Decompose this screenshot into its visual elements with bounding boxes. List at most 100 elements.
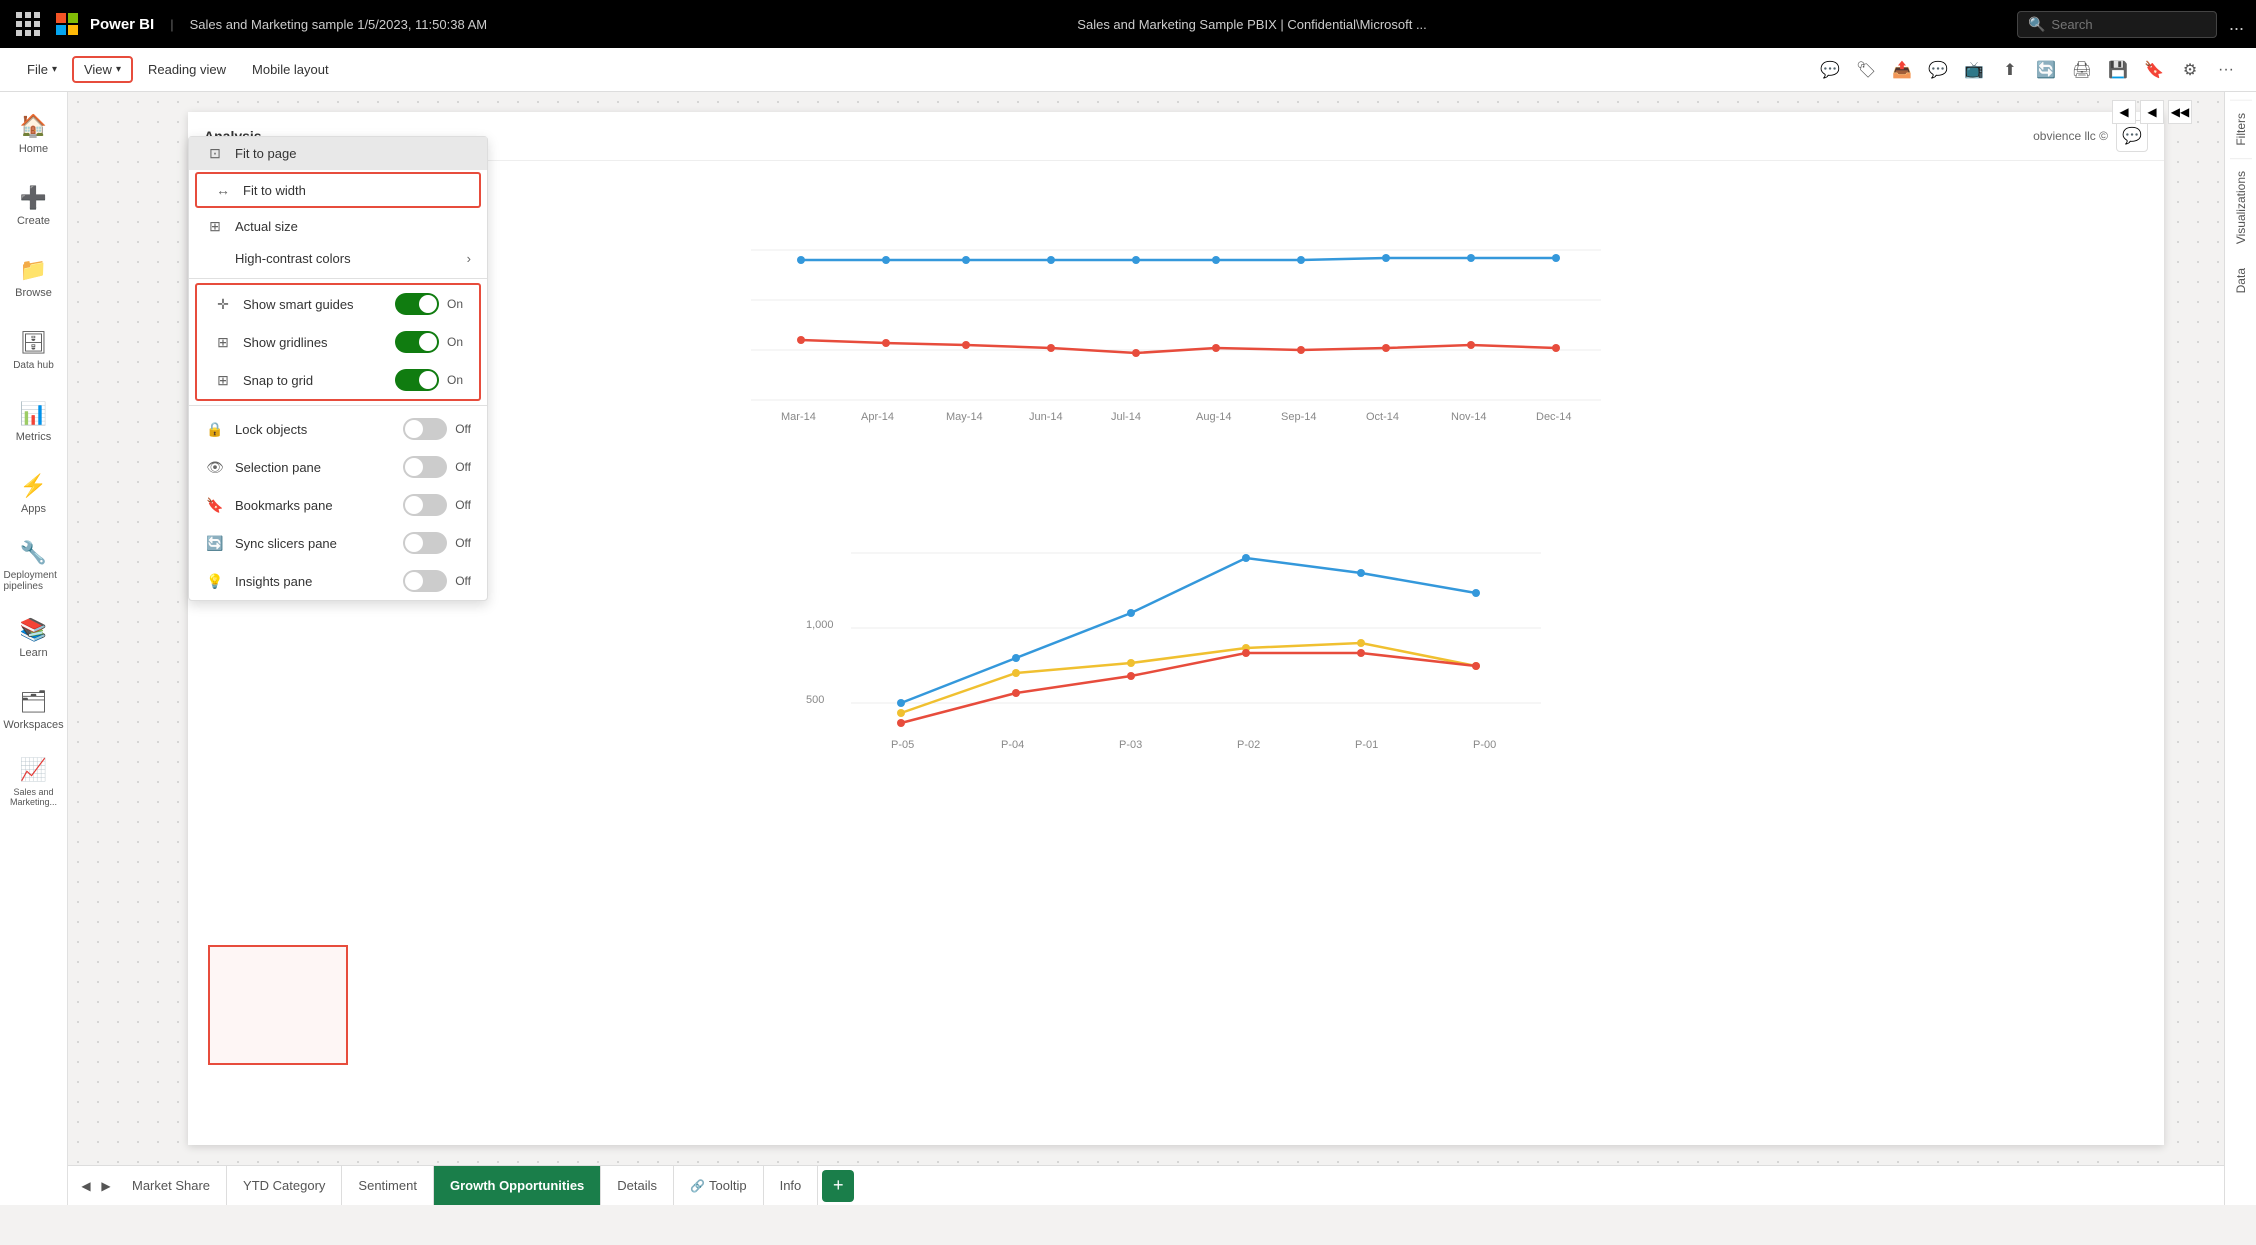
menu-divider-2 xyxy=(189,405,487,406)
file-menu-button[interactable]: File ▾ xyxy=(16,57,68,82)
gridlines-icon: ⊞ xyxy=(213,334,233,351)
menu-item-fit-to-width[interactable]: ↔ Fit to width xyxy=(197,174,479,206)
view-dropdown-menu: ⊡ Fit to page ↔ Fit to width ⊞ Actual si… xyxy=(188,136,488,601)
sidebar-item-label: Browse xyxy=(15,287,52,299)
mobile-layout-button[interactable]: Mobile layout xyxy=(241,57,340,82)
menu-item-gridlines[interactable]: ⊞ Show gridlines On xyxy=(197,323,479,361)
sidebar-item-apps[interactable]: ⚡ Apps xyxy=(4,460,64,528)
present-icon[interactable]: 📺 xyxy=(1960,56,1988,84)
document-title: Sales and Marketing sample 1/5/2023, 11:… xyxy=(190,17,488,32)
sidebar-item-sales[interactable]: 📈 Sales and Marketing... xyxy=(4,748,64,816)
tab-tooltip[interactable]: 🔗 Tooltip xyxy=(674,1166,764,1206)
selection-pane-toggle[interactable] xyxy=(403,456,447,478)
sidebar-item-learn[interactable]: 📚 Learn xyxy=(4,604,64,672)
save-icon[interactable]: 💾 xyxy=(2104,56,2132,84)
deployment-icon: 🔧 xyxy=(20,540,47,566)
gridlines-toggle[interactable] xyxy=(395,331,439,353)
smart-guides-toggle[interactable] xyxy=(395,293,439,315)
apps-grid-icon[interactable] xyxy=(12,8,44,40)
product-name: Power BI xyxy=(90,16,154,33)
comment-icon[interactable]: 💬 xyxy=(1816,56,1844,84)
snap-to-grid-icon: ⊞ xyxy=(213,372,233,389)
sidebar-item-create[interactable]: ➕ Create xyxy=(4,172,64,240)
refresh-icon[interactable]: 🔄 xyxy=(2032,56,2060,84)
svg-text:P-05: P-05 xyxy=(891,739,914,751)
sidebar-item-metrics[interactable]: 📊 Metrics xyxy=(4,388,64,456)
insights-pane-toggle[interactable] xyxy=(403,570,447,592)
menu-item-insights-pane[interactable]: 💡 Insights pane Off xyxy=(189,562,487,600)
right-panel-tabs: Filters Visualizations Data xyxy=(2224,92,2256,1205)
share-icon[interactable]: 📤 xyxy=(1888,56,1916,84)
apps-icon: ⚡ xyxy=(20,473,47,499)
search-input[interactable] xyxy=(2051,17,2191,32)
collapse-all-icon[interactable]: ◀◀ xyxy=(2168,100,2192,124)
menu-item-fit-to-page[interactable]: ⊡ Fit to page xyxy=(189,137,487,170)
print-icon[interactable]: 🖨 xyxy=(2068,56,2096,84)
bookmark-icon[interactable]: 🔖 xyxy=(2140,56,2168,84)
chart-total-units: Total Units by Rolling Period and Region… xyxy=(204,473,2148,1134)
menu-item-actual-size[interactable]: ⊞ Actual size xyxy=(189,210,487,243)
ribbon-icons: 💬 🏷 📤 💬 📺 ⬆ 🔄 🖨 💾 🔖 ⚙ ··· xyxy=(1816,56,2240,84)
sidebar-item-label: Create xyxy=(17,215,50,227)
tab-growth-opportunities[interactable]: Growth Opportunities xyxy=(434,1166,601,1206)
settings-icon[interactable]: ⚙ xyxy=(2176,56,2204,84)
sidebar-item-label: Home xyxy=(19,143,48,155)
topbar: Power BI | Sales and Marketing sample 1/… xyxy=(0,0,2256,48)
tab-details[interactable]: Details xyxy=(601,1166,674,1206)
collapse-right-icon[interactable]: ◀ xyxy=(2140,100,2164,124)
tab-ytd-category[interactable]: YTD Category xyxy=(227,1166,342,1206)
chart-ms-by-month: Ms by Month Mar-14 Apr-14 May-14 Jun-14 … xyxy=(204,177,2148,457)
more-options-button[interactable]: ... xyxy=(2229,14,2244,35)
sidebar-item-label: Deployment pipelines xyxy=(4,570,64,592)
filters-panel-tab[interactable]: Filters xyxy=(2230,100,2252,158)
sensitivity-icon[interactable]: 🏷 xyxy=(1852,56,1880,84)
menu-item-smart-guides[interactable]: ✛ Show smart guides On xyxy=(197,285,479,323)
sidebar-item-home[interactable]: 🏠 Home xyxy=(4,100,64,168)
menu-item-snap-to-grid[interactable]: ⊞ Snap to grid On xyxy=(197,361,479,399)
sidebar-item-deployment[interactable]: 🔧 Deployment pipelines xyxy=(4,532,64,600)
tab-nav-right[interactable]: ▶ xyxy=(96,1171,116,1201)
left-sidebar: 🏠 Home ➕ Create 📁 Browse 🗄 Data hub 📊 Me… xyxy=(0,92,68,1205)
svg-text:Aug-14: Aug-14 xyxy=(1196,411,1231,423)
tab-nav-left[interactable]: ◀ xyxy=(76,1171,96,1201)
home-icon: 🏠 xyxy=(20,113,47,139)
reading-view-button[interactable]: Reading view xyxy=(137,57,237,82)
data-panel-tab[interactable]: Data xyxy=(2230,256,2252,305)
sidebar-item-label: Sales and Marketing... xyxy=(4,787,64,807)
tab-market-share[interactable]: Market Share xyxy=(116,1166,227,1206)
menu-item-high-contrast[interactable]: High-contrast colors › xyxy=(189,243,487,274)
bookmarks-pane-toggle[interactable] xyxy=(403,494,447,516)
sidebar-item-data-hub[interactable]: 🗄 Data hub xyxy=(4,316,64,384)
learn-icon: 📚 xyxy=(20,617,47,643)
svg-text:Nov-14: Nov-14 xyxy=(1451,411,1486,423)
snap-to-grid-toggle[interactable] xyxy=(395,369,439,391)
menu-item-sync-slicers[interactable]: 🔄 Sync slicers pane Off xyxy=(189,524,487,562)
lock-objects-icon: 🔒 xyxy=(205,421,225,438)
view-menu-button[interactable]: View ▾ xyxy=(72,56,133,83)
content-area: Analysis obvience llc © 💬 Ms by Month Ma… xyxy=(68,92,2224,1205)
more-ribbon-icon[interactable]: ··· xyxy=(2212,56,2240,84)
comment-button[interactable]: 💬 xyxy=(2116,120,2148,152)
menu-item-lock-objects[interactable]: 🔒 Lock objects Off xyxy=(189,410,487,448)
tab-sentiment[interactable]: Sentiment xyxy=(342,1166,434,1206)
file-path: Sales and Marketing Sample PBIX | Confid… xyxy=(499,17,2005,32)
collapse-left-icon[interactable]: ◀ xyxy=(2112,100,2136,124)
chart2-title: Total Units by Rolling Period and Region xyxy=(204,473,2148,488)
sidebar-item-workspaces[interactable]: 🗂 Workspaces xyxy=(4,676,64,744)
add-tab-button[interactable]: + xyxy=(822,1170,854,1202)
menu-item-selection-pane[interactable]: 👁 Selection pane Off xyxy=(189,448,487,486)
chat-icon[interactable]: 💬 xyxy=(1924,56,1952,84)
ribbon: File ▾ View ▾ Reading view Mobile layout… xyxy=(0,48,2256,92)
tab-info[interactable]: Info xyxy=(764,1166,819,1206)
insights-pane-icon: 💡 xyxy=(205,573,225,590)
menu-item-bookmarks-pane[interactable]: 🔖 Bookmarks pane Off xyxy=(189,486,487,524)
svg-text:500: 500 xyxy=(806,694,824,706)
lock-objects-toggle[interactable] xyxy=(403,418,447,440)
sync-slicers-toggle[interactable] xyxy=(403,532,447,554)
svg-text:P-01: P-01 xyxy=(1355,739,1378,751)
svg-text:Apr-14: Apr-14 xyxy=(861,411,894,423)
visualizations-panel-tab[interactable]: Visualizations xyxy=(2230,158,2252,256)
search-box[interactable]: 🔍 xyxy=(2017,11,2217,38)
export-icon[interactable]: ⬆ xyxy=(1996,56,2024,84)
sidebar-item-browse[interactable]: 📁 Browse xyxy=(4,244,64,312)
